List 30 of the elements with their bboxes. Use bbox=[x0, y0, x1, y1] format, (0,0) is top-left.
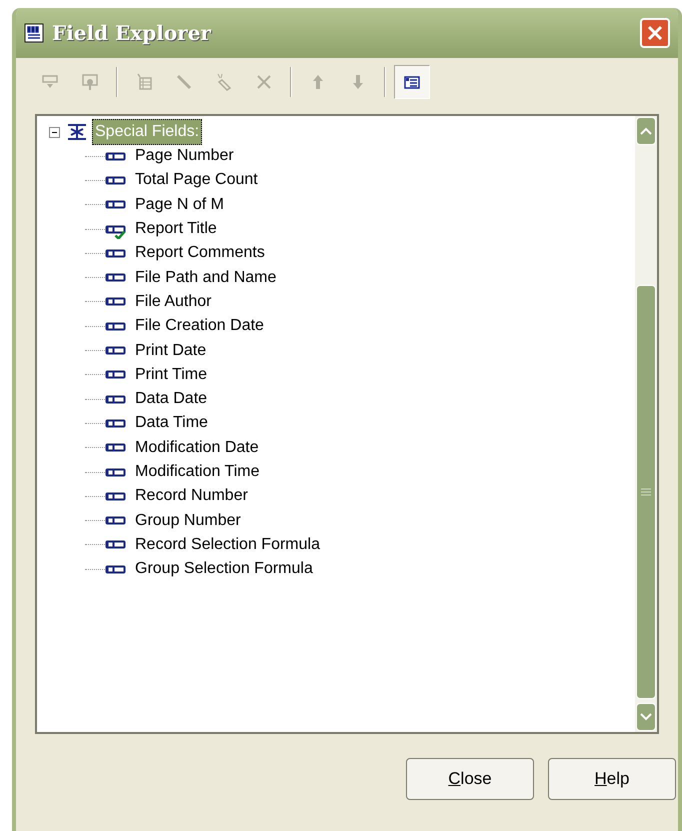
tree-item[interactable]: Data Time bbox=[135, 411, 208, 436]
help-button[interactable]: Help bbox=[548, 758, 676, 800]
tree-item[interactable]: Print Date bbox=[135, 338, 206, 363]
tree-item[interactable]: File Creation Date bbox=[135, 314, 264, 338]
scrollbar[interactable] bbox=[635, 116, 657, 732]
list-view-icon[interactable] bbox=[394, 65, 430, 99]
app-icon bbox=[24, 23, 44, 43]
close-button[interactable]: Close bbox=[406, 758, 534, 800]
special-fields-icon bbox=[66, 122, 88, 142]
tree-item[interactable]: Modification Time bbox=[135, 460, 260, 484]
tree-item[interactable]: Modification Date bbox=[135, 436, 259, 460]
scroll-thumb[interactable] bbox=[636, 285, 656, 699]
tree-item[interactable]: Total Page Count bbox=[135, 168, 258, 192]
close-icon[interactable] bbox=[640, 18, 670, 48]
tree-item[interactable]: Report Comments bbox=[135, 241, 265, 266]
tree-item[interactable]: Page Number bbox=[135, 144, 234, 168]
tree-item[interactable]: Page N of M bbox=[135, 192, 224, 217]
window-title: Field Explorer bbox=[52, 20, 211, 47]
tree-item[interactable]: Print Time bbox=[135, 362, 208, 387]
scroll-up-icon[interactable] bbox=[636, 117, 656, 145]
tree-item[interactable]: File Path and Name bbox=[135, 266, 276, 290]
scroll-down-icon[interactable] bbox=[636, 703, 656, 731]
tree-item[interactable]: File Author bbox=[135, 290, 212, 314]
tree-item[interactable]: Record Number bbox=[135, 484, 248, 508]
tree-item[interactable]: Report Title bbox=[135, 217, 217, 242]
tree-item[interactable]: Group Selection Formula bbox=[135, 557, 313, 582]
tree-item[interactable]: Record Selection Formula bbox=[135, 532, 320, 557]
tree-item[interactable]: Data Date bbox=[135, 387, 208, 412]
tree-item[interactable]: Group Number bbox=[135, 508, 241, 533]
collapse-icon[interactable] bbox=[49, 126, 60, 138]
